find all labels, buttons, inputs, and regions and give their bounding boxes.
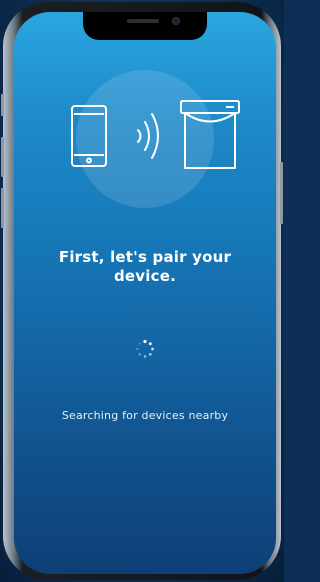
mute-switch — [1, 94, 4, 116]
pairing-illustration — [71, 100, 240, 169]
loading-spinner-icon — [136, 339, 154, 358]
search-status-text: Searching for devices nearby — [61, 409, 229, 422]
smart-bin-device-icon — [180, 100, 240, 169]
phone-frame: First, let's pair your device. Searching… — [1, 2, 283, 580]
page-title: First, let's pair your device. — [58, 248, 232, 285]
smartphone-icon — [71, 105, 107, 167]
volume-up-button — [1, 137, 4, 177]
power-button — [280, 162, 283, 224]
volume-down-button — [1, 188, 4, 228]
app-screen: First, let's pair your device. Searching… — [14, 12, 276, 574]
wireless-signal-icon — [137, 113, 159, 159]
